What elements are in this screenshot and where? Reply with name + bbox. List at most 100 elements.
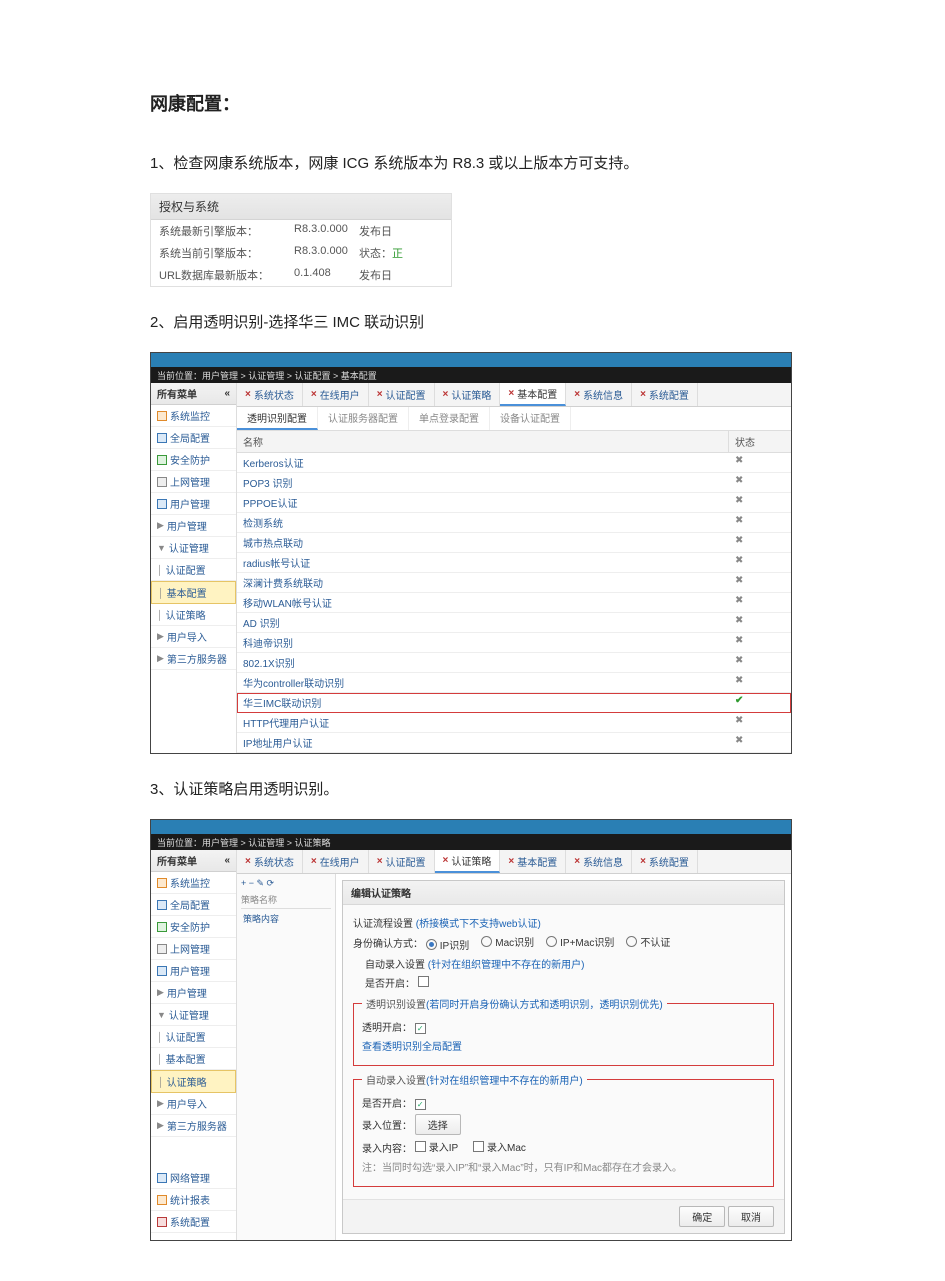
sidebar-title-label: 所有菜单 xyxy=(157,853,197,868)
tab[interactable]: ×认证策略 xyxy=(435,383,501,406)
tab[interactable]: ×系统状态 xyxy=(237,850,303,873)
tab[interactable]: ×系统配置 xyxy=(632,850,698,873)
sidebar-item[interactable]: 系统监控 xyxy=(151,872,236,894)
tab[interactable]: ×系统状态 xyxy=(237,383,303,406)
collapse-icon[interactable]: « xyxy=(224,855,230,866)
edit-auth-policy-dialog: 编辑认证策略 认证流程设置 (桥接模式下不支持web认证) 身份确认方式： IP… xyxy=(342,880,785,1234)
sidebar-item[interactable]: │ 基本配置 xyxy=(151,1048,236,1070)
transparent-fieldset: 透明识别设置(若同时开启身份确认方式和透明识别，透明识别优先) 透明开启： 查看… xyxy=(353,996,774,1066)
auth-method-row[interactable]: 科迪帝识别✖ xyxy=(237,633,791,653)
close-icon[interactable]: × xyxy=(443,389,449,400)
ok-button[interactable]: 确定 xyxy=(679,1206,725,1227)
sidebar-item[interactable]: │ 认证策略 xyxy=(151,604,236,626)
tab[interactable]: ×系统信息 xyxy=(566,850,632,873)
auth-method-row[interactable]: 城市热点联动✖ xyxy=(237,533,791,553)
tab[interactable]: ×基本配置 xyxy=(500,383,566,406)
close-icon[interactable]: × xyxy=(508,856,514,867)
radio-label: Mac识别 xyxy=(495,934,534,949)
close-icon[interactable]: × xyxy=(574,856,580,867)
close-icon[interactable]: × xyxy=(311,389,317,400)
auth-method-row[interactable]: Kerberos认证✖ xyxy=(237,453,791,473)
sidebar-item[interactable]: 统计报表 xyxy=(151,1189,236,1211)
sidebar-item[interactable]: ▶用户管理 xyxy=(151,515,236,537)
sidebar-item[interactable]: 用户管理 xyxy=(151,493,236,515)
auth-method-row[interactable]: 移动WLAN帐号认证✖ xyxy=(237,593,791,613)
tab-label: 认证配置 xyxy=(386,854,426,869)
close-icon[interactable]: × xyxy=(640,856,646,867)
close-icon[interactable]: × xyxy=(245,389,251,400)
choose-position-button[interactable]: 选择 xyxy=(415,1114,461,1135)
sidebar-item[interactable]: ▶用户导入 xyxy=(151,626,236,648)
sidebar-item[interactable]: │ 认证配置 xyxy=(151,559,236,581)
cancel-button[interactable]: 取消 xyxy=(728,1206,774,1227)
sidebar-item[interactable]: ▼认证管理 xyxy=(151,1004,236,1026)
close-icon[interactable]: × xyxy=(245,856,251,867)
auth-method-row[interactable]: POP3 识别✖ xyxy=(237,473,791,493)
auth-method-row[interactable]: 深澜计费系统联动✖ xyxy=(237,573,791,593)
close-icon[interactable]: × xyxy=(574,389,580,400)
sidebar-item[interactable]: 用户管理 xyxy=(151,960,236,982)
sidebar-item[interactable]: │ 认证策略 xyxy=(151,1070,236,1093)
sidebar-item[interactable]: 全局配置 xyxy=(151,894,236,916)
sidebar-item[interactable]: │ 基本配置 xyxy=(151,581,236,604)
sidebar-item[interactable]: 上网管理 xyxy=(151,938,236,960)
close-icon[interactable]: × xyxy=(443,855,449,866)
sidebar-item[interactable]: ▶第三方服务器 xyxy=(151,1115,236,1137)
enable-checkbox[interactable] xyxy=(418,976,429,987)
auth-method-row[interactable]: 华为controller联动识别✖ xyxy=(237,673,791,693)
import-ip-checkbox[interactable]: 录入IP xyxy=(415,1139,458,1154)
sidebar-item[interactable]: 全局配置 xyxy=(151,427,236,449)
sidebar-item[interactable]: ▶第三方服务器 xyxy=(151,648,236,670)
sidebar-item[interactable]: 安全防护 xyxy=(151,916,236,938)
collapse-icon[interactable]: « xyxy=(224,388,230,399)
tab[interactable]: ×认证配置 xyxy=(369,383,435,406)
version-row-val: R8.3.0.000 xyxy=(294,223,359,239)
id-method-radio[interactable]: Mac识别 xyxy=(481,934,534,949)
subtab[interactable]: 透明识别配置 xyxy=(237,407,318,430)
auth-method-row[interactable]: 802.1X识别✖ xyxy=(237,653,791,673)
tab[interactable]: ×认证配置 xyxy=(369,850,435,873)
close-icon[interactable]: × xyxy=(640,389,646,400)
tab[interactable]: ×在线用户 xyxy=(303,850,369,873)
id-method-radio[interactable]: 不认证 xyxy=(626,934,670,949)
policy-row[interactable]: 策略内容 xyxy=(241,909,331,928)
radio-label: IP识别 xyxy=(440,937,469,952)
close-icon[interactable]: × xyxy=(508,388,514,399)
sidebar-item[interactable]: ▶用户导入 xyxy=(151,1093,236,1115)
auth-method-row[interactable]: AD 识别✖ xyxy=(237,613,791,633)
view-transparent-config-link[interactable]: 查看透明识别全局配置 xyxy=(362,1042,462,1053)
tab[interactable]: ×认证策略 xyxy=(435,850,501,873)
subtab[interactable]: 认证服务器配置 xyxy=(318,407,409,430)
sidebar-item[interactable]: 系统监控 xyxy=(151,405,236,427)
sidebar-item[interactable]: 安全防护 xyxy=(151,449,236,471)
close-icon[interactable]: × xyxy=(377,856,383,867)
auth-method-name: 城市热点联动 xyxy=(237,533,729,552)
transparent-enable-checkbox[interactable] xyxy=(415,1023,426,1034)
auth-method-row[interactable]: PPPOE认证✖ xyxy=(237,493,791,513)
sidebar-item[interactable]: │ 认证配置 xyxy=(151,1026,236,1048)
sidebar-item[interactable]: 网络管理 xyxy=(151,1167,236,1189)
subtab[interactable]: 单点登录配置 xyxy=(409,407,490,430)
tab[interactable]: ×基本配置 xyxy=(500,850,566,873)
sidebar-item[interactable]: ▼认证管理 xyxy=(151,537,236,559)
sidebar-item[interactable]: 系统配置 xyxy=(151,1211,236,1233)
auth-method-row[interactable]: radius帐号认证✖ xyxy=(237,553,791,573)
sidebar-item[interactable]: ▶用户管理 xyxy=(151,982,236,1004)
close-icon[interactable]: × xyxy=(377,389,383,400)
close-icon[interactable]: × xyxy=(311,856,317,867)
tab[interactable]: ×在线用户 xyxy=(303,383,369,406)
auth-method-row[interactable]: 华三IMC联动识别✔ xyxy=(237,693,791,713)
import-enable-checkbox[interactable] xyxy=(415,1099,426,1110)
sidebar-item[interactable]: 上网管理 xyxy=(151,471,236,493)
sidebar-item-label: 认证配置 xyxy=(166,562,206,577)
subtab[interactable]: 设备认证配置 xyxy=(490,407,571,430)
tab[interactable]: ×系统信息 xyxy=(566,383,632,406)
auth-method-row[interactable]: 检测系统✖ xyxy=(237,513,791,533)
id-method-radio[interactable]: IP+Mac识别 xyxy=(546,934,614,949)
auth-method-row[interactable]: IP地址用户认证✖ xyxy=(237,733,791,753)
id-method-radio[interactable]: IP识别 xyxy=(426,937,469,952)
version-row-right-label: 状态： xyxy=(359,248,392,260)
tab[interactable]: ×系统配置 xyxy=(632,383,698,406)
auth-method-row[interactable]: HTTP代理用户认证✖ xyxy=(237,713,791,733)
import-mac-checkbox[interactable]: 录入Mac xyxy=(473,1139,526,1154)
